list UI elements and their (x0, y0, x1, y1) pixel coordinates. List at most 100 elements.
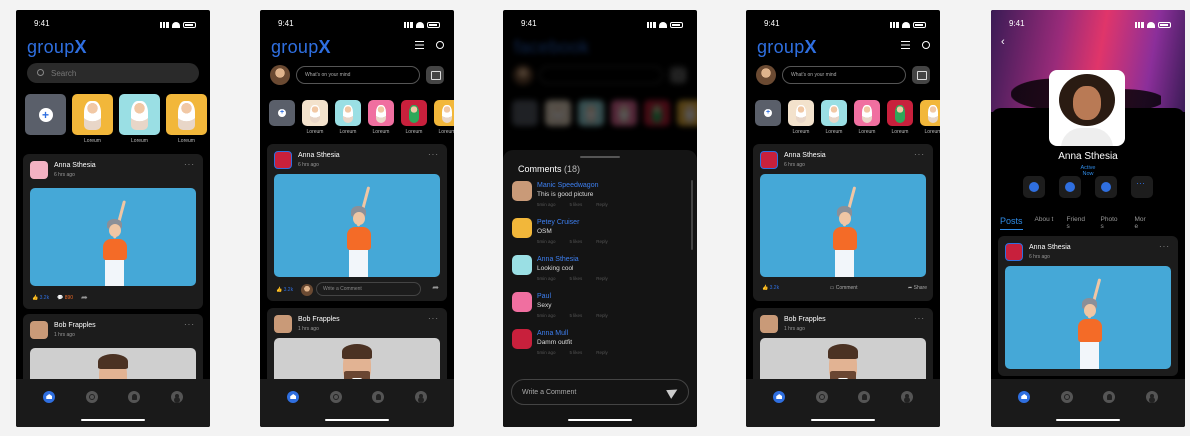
stories-row[interactable]: + Loreum Loreum Loreum Loreum Loreum (755, 100, 940, 135)
share-icon[interactable]: ➦ (432, 283, 439, 292)
search-tab-icon[interactable] (815, 391, 828, 403)
tab-friends[interactable]: Friend s (1067, 216, 1089, 230)
story-item[interactable]: Loreum (119, 94, 160, 144)
post-author[interactable]: Anna Sthesia (784, 152, 826, 159)
stories-row[interactable]: + Loreum Loreum Loreum (25, 94, 207, 144)
post-image[interactable] (1005, 266, 1171, 369)
story-item[interactable]: Loreum (302, 100, 328, 135)
story-item[interactable]: Loreum (887, 100, 913, 135)
profile-icon[interactable] (414, 391, 427, 403)
home-icon[interactable] (773, 391, 786, 403)
comment-likes[interactable]: 5 likes (570, 313, 583, 318)
send-icon[interactable] (666, 385, 680, 399)
tab-photos[interactable]: Photo s (1101, 216, 1123, 230)
avatar[interactable] (756, 65, 776, 85)
more-options-icon[interactable]: ··· (184, 320, 195, 329)
more-options-icon[interactable]: ··· (914, 314, 925, 323)
search-icon[interactable] (922, 41, 930, 49)
search-tab-icon[interactable] (329, 391, 342, 403)
story-item[interactable]: Loreum (854, 100, 880, 135)
home-icon[interactable] (43, 391, 56, 403)
tab-about[interactable]: Abou t (1035, 216, 1055, 230)
home-icon[interactable] (1018, 391, 1031, 403)
avatar[interactable] (30, 161, 48, 179)
add-story-button[interactable]: + (755, 100, 781, 126)
photo-upload-icon[interactable] (426, 66, 444, 84)
call-button[interactable] (1059, 176, 1081, 198)
share-button[interactable]: ➦ Share (908, 285, 927, 291)
profile-icon[interactable] (170, 391, 183, 403)
comment-author[interactable]: Paul (537, 293, 551, 300)
filter-icon[interactable] (901, 41, 910, 49)
avatar[interactable] (512, 181, 532, 201)
more-options-icon[interactable]: ··· (428, 314, 439, 323)
photo-upload-icon[interactable] (912, 66, 930, 84)
post-author[interactable]: Anna Sthesia (1029, 244, 1071, 251)
profile-icon[interactable] (1145, 391, 1158, 403)
avatar[interactable] (512, 292, 532, 312)
messenger-button[interactable] (1023, 176, 1045, 198)
story-item[interactable]: Loreum (401, 100, 427, 135)
like-button[interactable]: 👍 3.2k (276, 287, 293, 293)
post-author[interactable]: Anna Sthesia (298, 152, 340, 159)
reply-button[interactable]: Reply (596, 276, 608, 281)
notification-icon[interactable] (858, 391, 871, 403)
avatar[interactable] (1005, 243, 1023, 261)
like-button[interactable]: 👍 3.2k (762, 285, 779, 291)
profile-picture[interactable] (1049, 70, 1125, 146)
comment-likes[interactable]: 5 likes (570, 239, 583, 244)
back-arrow-icon[interactable]: ‹ (1001, 36, 1005, 48)
comment-author[interactable]: Anna Sthesia (537, 256, 579, 263)
home-icon[interactable] (287, 391, 300, 403)
notification-icon[interactable] (372, 391, 385, 403)
tab-more[interactable]: Mor e (1135, 216, 1149, 230)
tab-posts[interactable]: Posts (1000, 216, 1023, 230)
comment-likes[interactable]: 5 likes (570, 276, 583, 281)
post-image[interactable] (274, 174, 440, 277)
story-item[interactable]: Loreum (821, 100, 847, 135)
add-story-button[interactable]: + (269, 100, 295, 126)
story-item[interactable]: Loreum (166, 94, 207, 144)
avatar[interactable] (760, 151, 778, 169)
reply-button[interactable]: Reply (596, 202, 608, 207)
avatar[interactable] (30, 321, 48, 339)
like-button[interactable]: 👍 3.2k (32, 295, 49, 301)
profile-icon[interactable] (900, 391, 913, 403)
whats-on-your-mind-input[interactable]: What's on your mind (782, 66, 906, 84)
notification-icon[interactable] (128, 391, 141, 403)
avatar[interactable] (512, 329, 532, 349)
more-button[interactable] (1131, 176, 1153, 198)
comment-input[interactable]: Write a Comment (316, 282, 421, 296)
more-options-icon[interactable]: ··· (914, 150, 925, 159)
filter-icon[interactable] (415, 41, 424, 49)
comment-likes[interactable]: 5 likes (570, 202, 583, 207)
comment-likes[interactable]: 5 likes (570, 350, 583, 355)
story-item[interactable]: Loreum (788, 100, 814, 135)
post-image[interactable] (30, 188, 196, 286)
search-input[interactable]: Search (27, 63, 199, 83)
avatar[interactable] (274, 315, 292, 333)
search-tab-icon[interactable] (1060, 391, 1073, 403)
search-icon[interactable] (436, 41, 444, 49)
post-image[interactable] (760, 174, 926, 277)
whats-on-your-mind-input[interactable]: What's on your mind (296, 66, 420, 84)
avatar[interactable] (512, 218, 532, 238)
more-options-icon[interactable]: ··· (184, 160, 195, 169)
post-author[interactable]: Bob Frapples (298, 316, 340, 323)
search-tab-icon[interactable] (85, 391, 98, 403)
comment-author[interactable]: Anna Mull (537, 330, 568, 337)
post-author[interactable]: Anna Sthesia (54, 162, 96, 169)
comment-author[interactable]: Manic Speedwagon (537, 182, 599, 189)
post-author[interactable]: Bob Frapples (54, 322, 96, 329)
comment-button[interactable]: ▭ Comment (830, 285, 858, 291)
comment-author[interactable]: Petey Cruiser (537, 219, 579, 226)
avatar[interactable] (512, 255, 532, 275)
notification-icon[interactable] (1103, 391, 1116, 403)
post-author[interactable]: Bob Frapples (784, 316, 826, 323)
add-story-button[interactable]: + (25, 94, 66, 135)
stories-row[interactable]: + Loreum Loreum Loreum Loreum Loreum (269, 100, 454, 135)
story-item[interactable]: Loreum (72, 94, 113, 144)
story-item[interactable]: Loreum (335, 100, 361, 135)
avatar[interactable] (760, 315, 778, 333)
comment-input[interactable]: Write a Comment (511, 379, 689, 405)
